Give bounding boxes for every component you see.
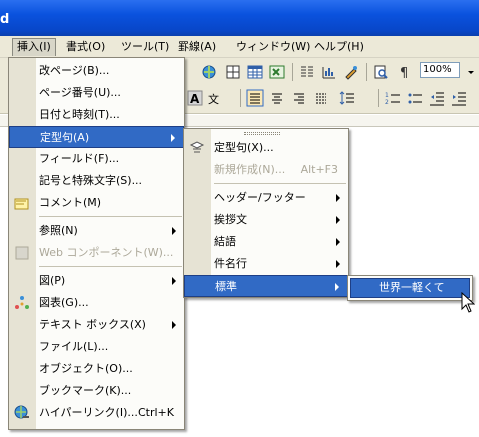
menu-item-file[interactable]: ファイル(L)... (9, 336, 184, 358)
menu-item-page-numbers[interactable]: ページ番号(U)... (9, 82, 184, 104)
window-title: d (0, 12, 10, 27)
submenu-arrow-icon (172, 227, 176, 235)
toolbar-separator (292, 63, 293, 81)
chart-icon[interactable] (320, 63, 338, 81)
menu-item-header-footer[interactable]: ヘッダー/フッター (184, 187, 348, 209)
menu-item-picture[interactable]: 図(P) (9, 270, 184, 292)
menu-insert[interactable]: 挿入(I) (12, 38, 56, 56)
align-justify-icon[interactable] (246, 89, 264, 107)
svg-text:¶: ¶ (400, 66, 408, 81)
svg-text:2: 2 (385, 99, 389, 106)
submenu-arrow-icon (336, 194, 340, 202)
show-hide-icon[interactable]: ¶ (396, 63, 414, 81)
menu-item-comment[interactable]: コメント(M) (9, 192, 184, 214)
drawing-icon[interactable] (342, 63, 360, 81)
shortcut-label: Alt+F3 (300, 163, 338, 176)
menu-item-subject-line[interactable]: 件名行 (184, 253, 348, 275)
align-right-icon[interactable] (290, 89, 308, 107)
submenu-arrow-icon (336, 238, 340, 246)
submenu-grip[interactable] (244, 132, 280, 135)
submenu-arrow-icon (171, 134, 175, 142)
decrease-indent-icon[interactable] (428, 89, 446, 107)
submenu-arrow-icon (336, 216, 340, 224)
excel-icon[interactable] (268, 63, 286, 81)
web-component-icon (15, 246, 29, 260)
menu-item-closing[interactable]: 結語 (184, 231, 348, 253)
menu-separator (214, 183, 346, 184)
svg-text:文: 文 (208, 92, 219, 106)
menu-item-hyperlink[interactable]: ハイパーリンク(I)... Ctrl+K (9, 402, 184, 424)
numbering-icon[interactable]: 12 (384, 89, 402, 107)
bullets-icon[interactable] (406, 89, 424, 107)
zoom-input[interactable]: 100% (420, 62, 460, 78)
menu-item-web-component: Web コンポーネント(W)... (9, 242, 184, 264)
autotext-icon (189, 141, 205, 153)
insert-menu: 改ページ(B)... ページ番号(U)... 日付と時刻(T)... 定型句(A… (8, 57, 185, 430)
char-shading-icon[interactable]: A (186, 89, 204, 107)
distributed-icon[interactable] (312, 89, 330, 107)
toolbar-separator (240, 89, 241, 107)
menu-window[interactable]: ウィンドウ(W) (232, 38, 314, 56)
submenu-arrow-icon (172, 277, 176, 285)
comment-icon (14, 198, 29, 210)
menu-item-autotext-dialog[interactable]: 定型句(X)... (184, 137, 348, 159)
columns-icon[interactable] (298, 63, 316, 81)
menu-item-new-autotext: 新規作成(N)... Alt+F3 (184, 159, 348, 181)
svg-text:1: 1 (385, 92, 389, 99)
toolbar-separator (366, 63, 367, 81)
menu-item-autotext[interactable]: 定型句(A) (9, 126, 184, 148)
menu-item-autotext-entry[interactable]: 世界一軽くて (350, 278, 470, 298)
menu-item-date-time[interactable]: 日付と時刻(T)... (9, 104, 184, 126)
menu-item-symbol[interactable]: 記号と特殊文字(S)... (9, 170, 184, 192)
menu-item-page-break[interactable]: 改ページ(B)... (9, 60, 184, 82)
menu-item-text-box[interactable]: テキスト ボックス(X) (9, 314, 184, 336)
shortcut-label: Ctrl+K (137, 406, 174, 419)
increase-indent-icon[interactable] (450, 89, 468, 107)
menu-item-greeting[interactable]: 挨拶文 (184, 209, 348, 231)
menu-item-object[interactable]: オブジェクト(O)... (9, 358, 184, 380)
menu-separator (39, 216, 182, 217)
svg-text:A: A (190, 92, 200, 106)
menu-separator (39, 266, 182, 267)
zoom-dropdown-icon[interactable] (462, 63, 479, 81)
align-center-icon[interactable] (268, 89, 286, 107)
menu-item-diagram[interactable]: 図表(G)... (9, 292, 184, 314)
toolbar-separator (378, 89, 379, 107)
mouse-cursor-icon (461, 292, 475, 313)
window-titlebar: d (0, 0, 479, 36)
menu-item-reference[interactable]: 参照(N) (9, 220, 184, 242)
menu-item-field[interactable]: フィールド(F)... (9, 148, 184, 170)
table-draw-icon[interactable] (224, 63, 242, 81)
preview-icon[interactable] (372, 63, 390, 81)
menu-table[interactable]: 罫線(A) (174, 38, 220, 56)
menu-format[interactable]: 書式(O) (62, 38, 109, 56)
menu-item-standard[interactable]: 標準 (184, 275, 348, 297)
hyperlink-icon (14, 405, 29, 419)
standard-submenu: 世界一軽くて (347, 275, 473, 301)
menu-help[interactable]: ヘルプ(H) (310, 38, 368, 56)
diagram-icon (15, 296, 29, 309)
autotext-submenu: 定型句(X)... 新規作成(N)... Alt+F3 ヘッダー/フッター 挨拶文… (183, 128, 349, 298)
phonetic-guide-icon[interactable]: 文 (206, 89, 224, 107)
submenu-arrow-icon (335, 283, 339, 291)
insert-table-icon[interactable] (246, 63, 264, 81)
menu-bar: 挿入(I) 書式(O) ツール(T) 罫線(A) ウィンドウ(W) ヘルプ(H) (0, 36, 479, 58)
menu-tools[interactable]: ツール(T) (117, 38, 173, 56)
menu-item-bookmark[interactable]: ブックマーク(K)... (9, 380, 184, 402)
submenu-arrow-icon (336, 260, 340, 268)
submenu-arrow-icon (172, 321, 176, 329)
globe-icon[interactable] (200, 63, 218, 81)
line-spacing-icon[interactable] (338, 89, 356, 107)
